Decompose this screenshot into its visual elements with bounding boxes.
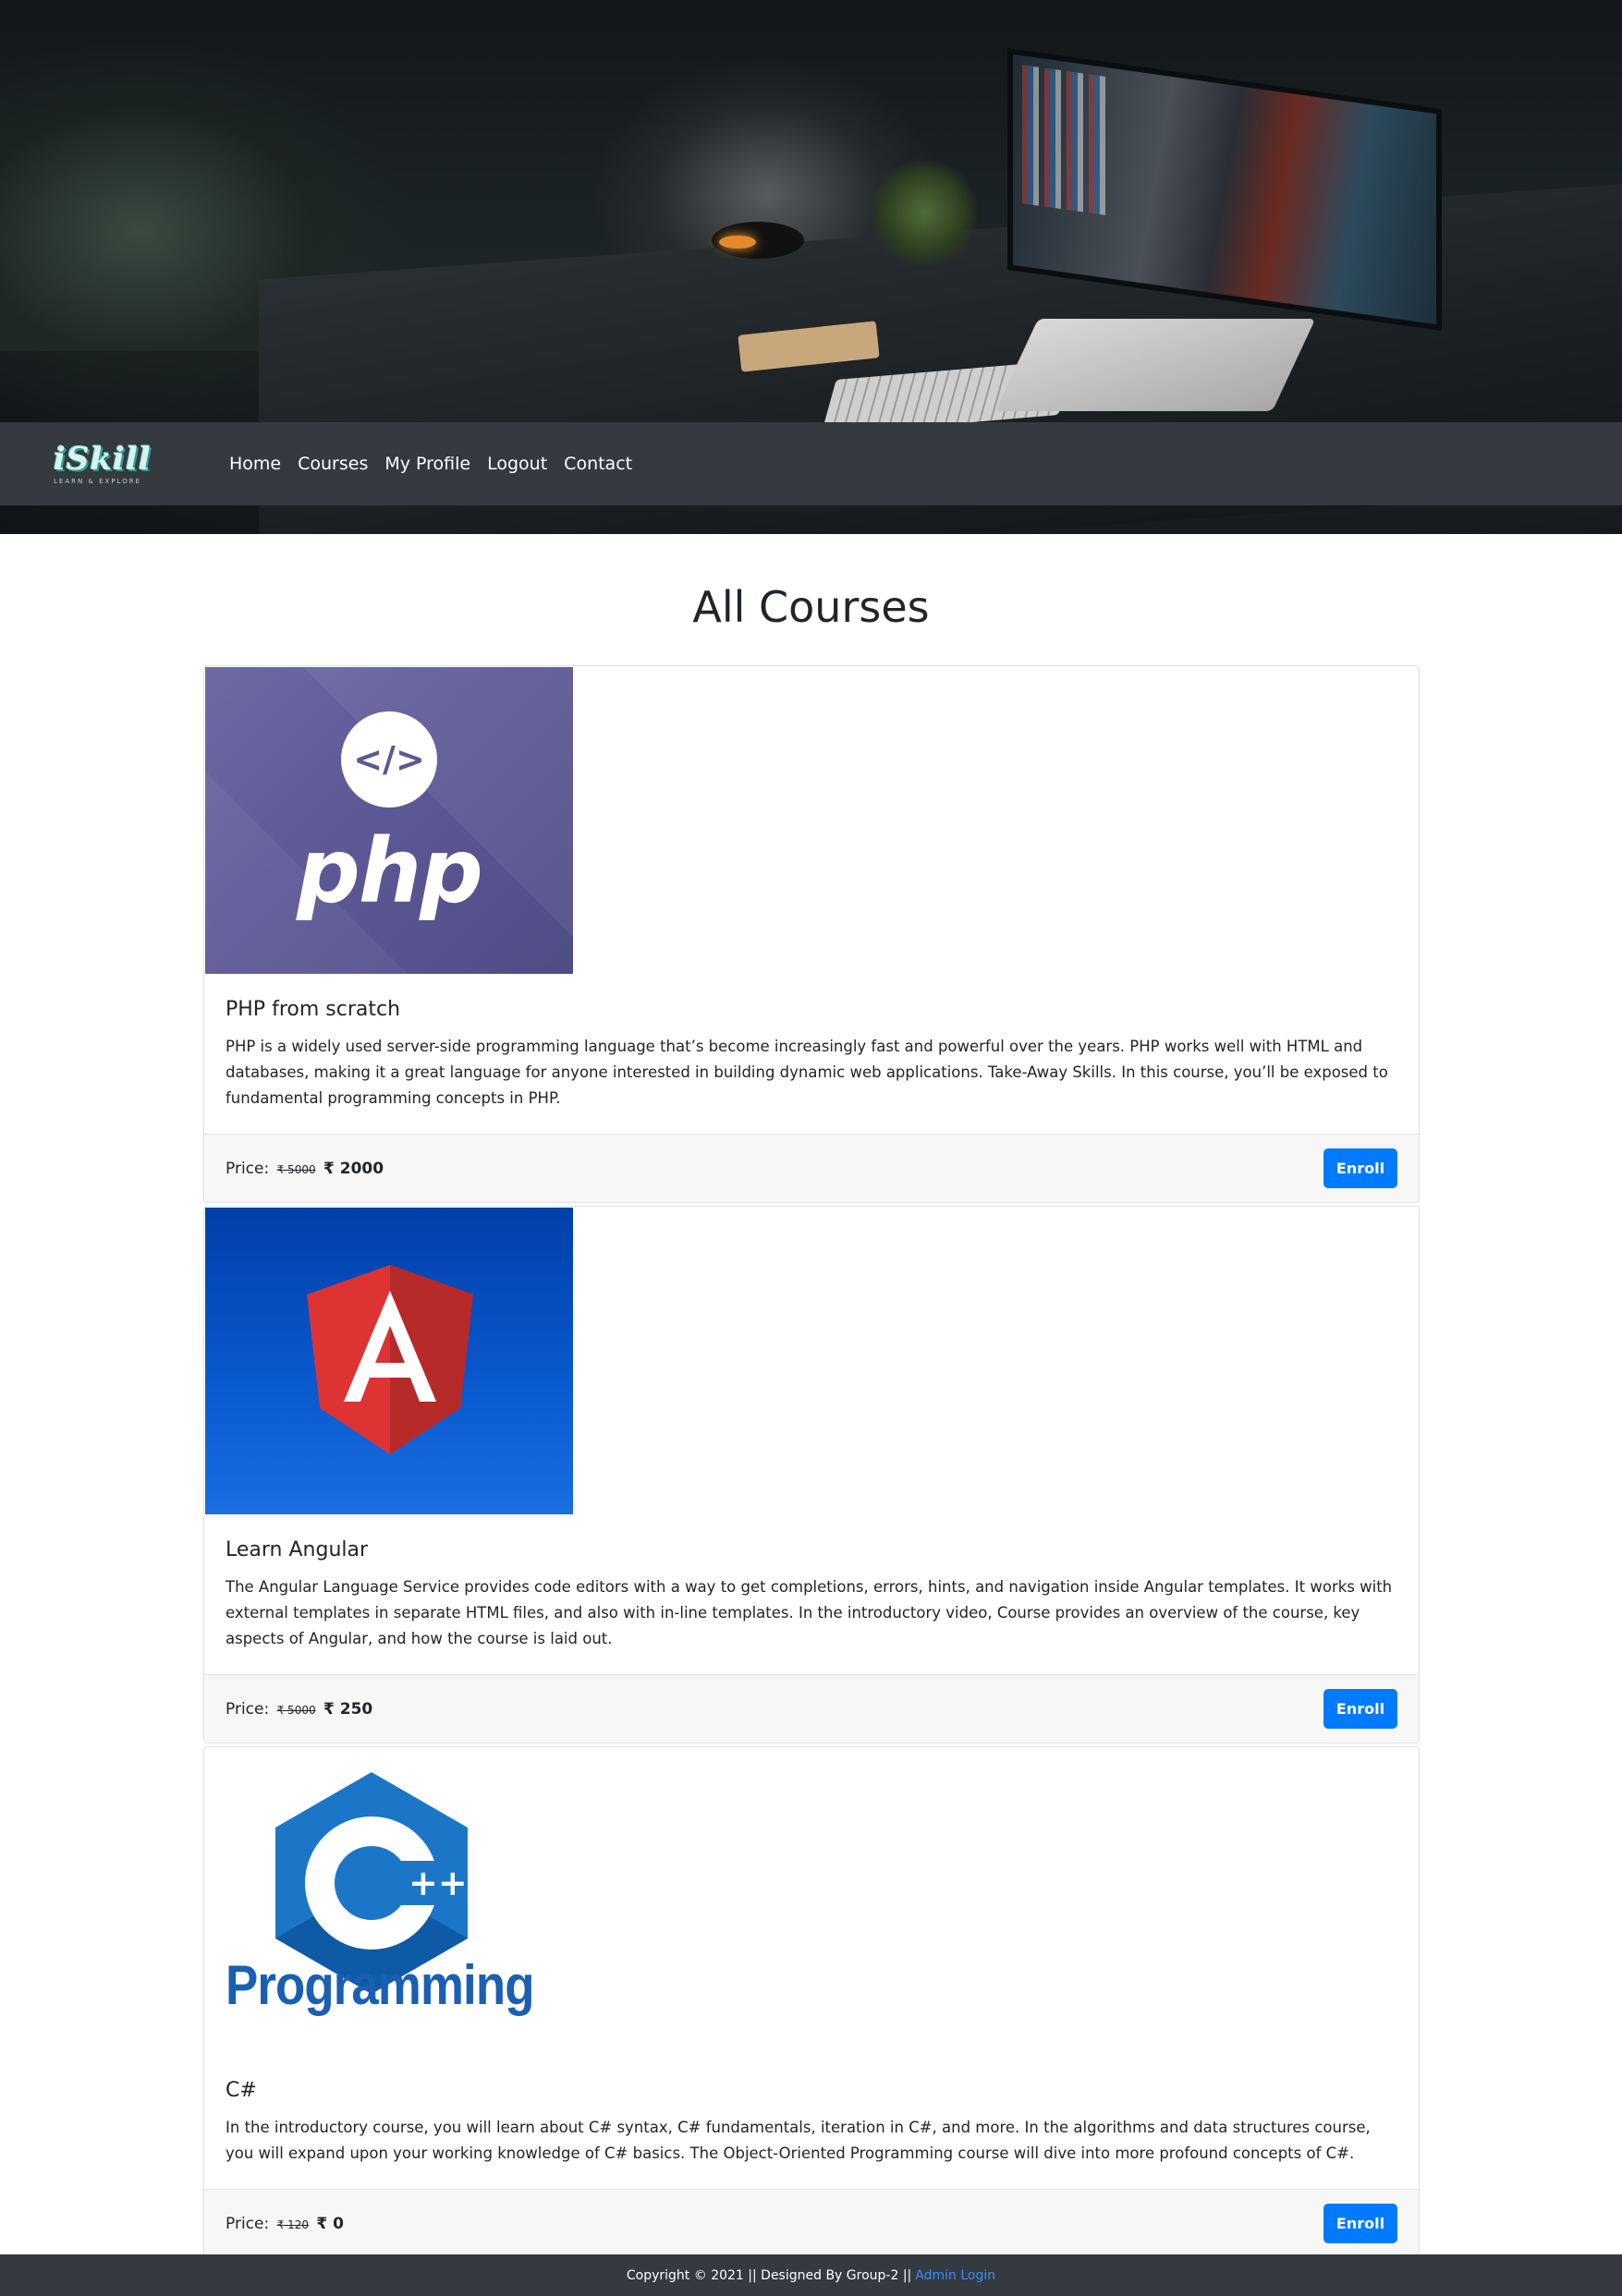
nav-home[interactable]: Home bbox=[229, 454, 281, 474]
price-label: Price: bbox=[226, 1159, 270, 1178]
svg-text:++: ++ bbox=[409, 1863, 468, 1903]
nav-courses[interactable]: Courses bbox=[298, 454, 368, 474]
course-body: PHP from scratch PHP is a widely used se… bbox=[204, 974, 1419, 1134]
course-footer: Price: ₹ 120 ₹ 0 Enroll bbox=[204, 2189, 1419, 2257]
brand-name: iSkill bbox=[54, 441, 152, 478]
old-price: ₹ 5000 bbox=[276, 1703, 316, 1717]
nav-my-profile[interactable]: My Profile bbox=[384, 454, 470, 474]
course-description: PHP is a widely used server-side program… bbox=[226, 1038, 1388, 1107]
hero-laptop bbox=[994, 319, 1316, 411]
price-label: Price: bbox=[226, 1699, 270, 1719]
course-title: PHP from scratch bbox=[226, 998, 401, 1021]
php-wordmark: php bbox=[297, 820, 483, 923]
course-image[interactable] bbox=[205, 1208, 573, 1514]
course-price: Price: ₹ 120 ₹ 0 bbox=[226, 2215, 344, 2233]
enroll-button[interactable]: Enroll bbox=[1323, 1148, 1397, 1188]
course-body: C# In the introductory course, you will … bbox=[204, 2055, 1419, 2189]
navbar: iSkill LEARN & EXPLORE Home Courses My P… bbox=[0, 422, 1622, 505]
new-price: ₹ 0 bbox=[316, 2214, 344, 2233]
nav-contact[interactable]: Contact bbox=[564, 454, 632, 474]
course-image[interactable]: ++ Programming bbox=[205, 1748, 573, 2055]
angular-logo-icon bbox=[205, 1208, 573, 1514]
old-price: ₹ 120 bbox=[276, 2217, 309, 2231]
nav-logout[interactable]: Logout bbox=[487, 454, 547, 474]
code-brackets-icon: </> bbox=[341, 711, 437, 808]
course-card: </> php PHP from scratch PHP is a widely… bbox=[203, 665, 1420, 1203]
course-price: Price: ₹ 5000 ₹ 2000 bbox=[226, 1160, 384, 1178]
hero-plant bbox=[869, 157, 980, 268]
course-description: The Angular Language Service provides co… bbox=[226, 1578, 1393, 1647]
programming-wordmark: Programming bbox=[226, 1954, 534, 2016]
course-footer: Price: ₹ 5000 ₹ 2000 Enroll bbox=[204, 1134, 1419, 1202]
cpp-logo-icon: ++ Programming bbox=[205, 1748, 573, 2055]
brand-logo[interactable]: iSkill LEARN & EXPLORE bbox=[54, 436, 155, 492]
old-price: ₹ 5000 bbox=[276, 1162, 316, 1176]
php-logo-icon: </> php bbox=[205, 667, 573, 974]
footer-copyright: Copyright © 2021 || Designed By Group-2 … bbox=[626, 2267, 912, 2283]
course-title: C# bbox=[226, 2079, 257, 2102]
nav-menu: Home Courses My Profile Logout Contact bbox=[229, 454, 649, 474]
enroll-button[interactable]: Enroll bbox=[1323, 1689, 1397, 1729]
course-body: Learn Angular The Angular Language Servi… bbox=[204, 1514, 1419, 1674]
price-label: Price: bbox=[226, 2214, 270, 2233]
enroll-button[interactable]: Enroll bbox=[1323, 2204, 1397, 2243]
page-title: All Courses bbox=[692, 582, 930, 632]
course-price: Price: ₹ 5000 ₹ 250 bbox=[226, 1700, 372, 1719]
admin-login-link[interactable]: Admin Login bbox=[915, 2268, 995, 2283]
course-list: </> php PHP from scratch PHP is a widely… bbox=[203, 665, 1420, 2261]
new-price: ₹ 250 bbox=[323, 1699, 373, 1719]
hero-lamp-light bbox=[719, 236, 756, 249]
footer: Copyright © 2021 || Designed By Group-2 … bbox=[0, 2254, 1622, 2296]
course-card: ++ Programming C# In the introductory co… bbox=[203, 1746, 1420, 2258]
course-image[interactable]: </> php bbox=[205, 667, 573, 974]
course-footer: Price: ₹ 5000 ₹ 250 Enroll bbox=[204, 1674, 1419, 1743]
course-title: Learn Angular bbox=[226, 1538, 369, 1561]
new-price: ₹ 2000 bbox=[323, 1159, 384, 1178]
course-description: In the introductory course, you will lea… bbox=[226, 2119, 1371, 2162]
course-card: Learn Angular The Angular Language Servi… bbox=[203, 1206, 1420, 1743]
brand-tagline: LEARN & EXPLORE bbox=[54, 478, 142, 485]
